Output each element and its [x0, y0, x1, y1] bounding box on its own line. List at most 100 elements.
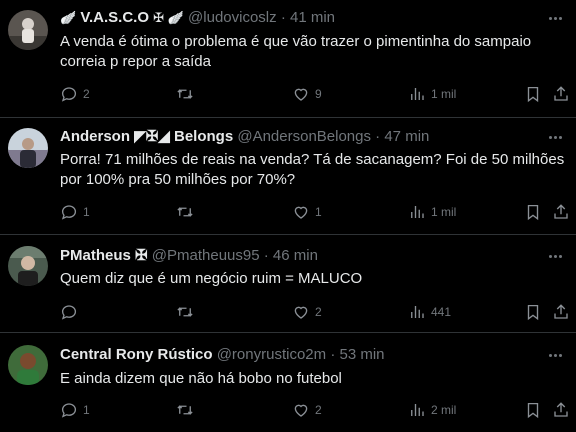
- views-count: 1 mil: [431, 87, 457, 101]
- reply-button[interactable]: 1: [60, 202, 90, 222]
- tweet-actions: 1 2 2 mil: [60, 400, 570, 420]
- retweet-button[interactable]: [176, 302, 199, 322]
- display-name[interactable]: V.A.S.C.O: [80, 9, 149, 26]
- like-count: 1: [315, 205, 322, 219]
- views-icon: [411, 404, 424, 416]
- retweet-icon: [177, 405, 193, 415]
- share-icon: [554, 304, 568, 319]
- views-count: 1 mil: [431, 205, 457, 219]
- wing-emoji: 🪽: [60, 10, 77, 25]
- tweet-text: A venda é ótima o problema é que vão tra…: [60, 33, 532, 70]
- name-emoji: ◤✠◢ Belongs: [134, 128, 234, 145]
- reply-button[interactable]: 1: [60, 400, 90, 420]
- handle[interactable]: @Pmatheuus95: [152, 247, 260, 264]
- bookmark-button[interactable]: [524, 302, 542, 322]
- tweet-actions: 2 441: [60, 302, 570, 322]
- tweet[interactable]: PMatheus ✠ @Pmatheuus95 · 46 min Quem di…: [0, 235, 576, 333]
- views-icon: [411, 206, 424, 218]
- bookmark-icon: [527, 402, 539, 419]
- share-button[interactable]: [552, 202, 570, 222]
- avatar[interactable]: [8, 345, 48, 385]
- display-name[interactable]: Anderson: [60, 128, 130, 145]
- like-icon: [294, 206, 308, 219]
- retweet-button[interactable]: [176, 84, 199, 104]
- retweet-button[interactable]: [176, 202, 199, 222]
- avatar[interactable]: [8, 128, 48, 168]
- separator-dot: ·: [280, 9, 286, 26]
- bookmark-icon: [527, 304, 539, 321]
- display-name[interactable]: PMatheus: [60, 247, 131, 264]
- views-icon: [411, 88, 424, 100]
- more-icon[interactable]: [540, 8, 570, 28]
- bookmark-button[interactable]: [524, 400, 542, 420]
- bookmark-button[interactable]: [524, 202, 542, 222]
- tweet-header: PMatheus ✠ @Pmatheuus95 · 46 min: [60, 246, 318, 266]
- timestamp[interactable]: 47 min: [384, 128, 429, 145]
- avatar[interactable]: [8, 10, 48, 50]
- more-icon[interactable]: [540, 345, 570, 365]
- reply-icon: [61, 205, 77, 220]
- reply-button[interactable]: 2: [60, 84, 90, 104]
- display-name[interactable]: Central Rony Rústico: [60, 346, 213, 363]
- bookmark-button[interactable]: [524, 84, 542, 104]
- bookmark-icon: [527, 86, 539, 103]
- tweet[interactable]: 🪽 V.A.S.C.O ✠ 🪽 @ludovicoslz · 41 min A …: [0, 0, 576, 118]
- name-emoji: ✠ 🪽: [153, 10, 184, 25]
- handle[interactable]: @AndersonBelongs: [237, 128, 371, 145]
- share-icon: [554, 402, 568, 417]
- tweet-text: Porra! 71 milhões de reais na venda? Tá …: [60, 151, 565, 188]
- tweet[interactable]: Central Rony Rústico @ronyrustico2m · 53…: [0, 333, 576, 432]
- like-count: 9: [315, 87, 322, 101]
- reply-icon: [61, 87, 77, 102]
- like-button[interactable]: 1: [292, 202, 322, 222]
- share-icon: [554, 204, 568, 219]
- avatar[interactable]: [8, 246, 48, 286]
- more-icon[interactable]: [540, 246, 570, 266]
- share-button[interactable]: [552, 400, 570, 420]
- views-button[interactable]: 441: [408, 302, 451, 322]
- separator-dot: ·: [330, 346, 336, 363]
- name-emoji: ✠: [135, 247, 148, 264]
- tweet-actions: 2 9 1 mil: [60, 84, 570, 104]
- tweet-text: Quem diz que é um negócio ruim = MALUCO: [60, 270, 363, 287]
- like-button[interactable]: 2: [292, 302, 322, 322]
- timeline: 🪽 V.A.S.C.O ✠ 🪽 @ludovicoslz · 41 min A …: [0, 0, 576, 432]
- share-icon: [554, 86, 568, 101]
- timestamp[interactable]: 53 min: [339, 346, 384, 363]
- reply-icon: [61, 403, 77, 418]
- reply-count: 1: [83, 403, 90, 417]
- reply-count: 1: [83, 205, 90, 219]
- tweet[interactable]: Anderson ◤✠◢ Belongs @AndersonBelongs · …: [0, 118, 576, 235]
- more-icon[interactable]: [540, 127, 570, 147]
- separator-dot: ·: [263, 247, 269, 264]
- retweet-button[interactable]: [176, 400, 199, 420]
- share-button[interactable]: [552, 302, 570, 322]
- share-button[interactable]: [552, 84, 570, 104]
- reply-icon: [61, 305, 77, 320]
- like-button[interactable]: 9: [292, 84, 322, 104]
- timestamp[interactable]: 41 min: [290, 9, 335, 26]
- bookmark-icon: [527, 204, 539, 221]
- like-count: 2: [315, 403, 322, 417]
- timestamp[interactable]: 46 min: [273, 247, 318, 264]
- tweet-header: 🪽 V.A.S.C.O ✠ 🪽 @ludovicoslz · 41 min: [60, 8, 335, 28]
- reply-count: 2: [83, 87, 90, 101]
- views-icon: [411, 306, 424, 318]
- views-button[interactable]: 2 mil: [408, 400, 456, 420]
- tweet-header: Central Rony Rústico @ronyrustico2m · 53…: [60, 345, 385, 365]
- views-button[interactable]: 1 mil: [408, 202, 456, 222]
- retweet-icon: [177, 207, 193, 217]
- reply-button[interactable]: [60, 302, 83, 322]
- tweet-actions: 1 1 1 mil: [60, 202, 570, 222]
- views-button[interactable]: 1 mil: [408, 84, 456, 104]
- tweet-text: E ainda dizem que não há bobo no futebol: [60, 370, 342, 387]
- like-icon: [294, 404, 308, 417]
- views-count: 441: [431, 305, 452, 319]
- views-count: 2 mil: [431, 403, 457, 417]
- separator-dot: ·: [375, 128, 381, 145]
- like-button[interactable]: 2: [292, 400, 322, 420]
- handle[interactable]: @ludovicoslz: [188, 9, 277, 26]
- like-count: 2: [315, 305, 322, 319]
- handle[interactable]: @ronyrustico2m: [217, 346, 326, 363]
- like-icon: [294, 306, 308, 319]
